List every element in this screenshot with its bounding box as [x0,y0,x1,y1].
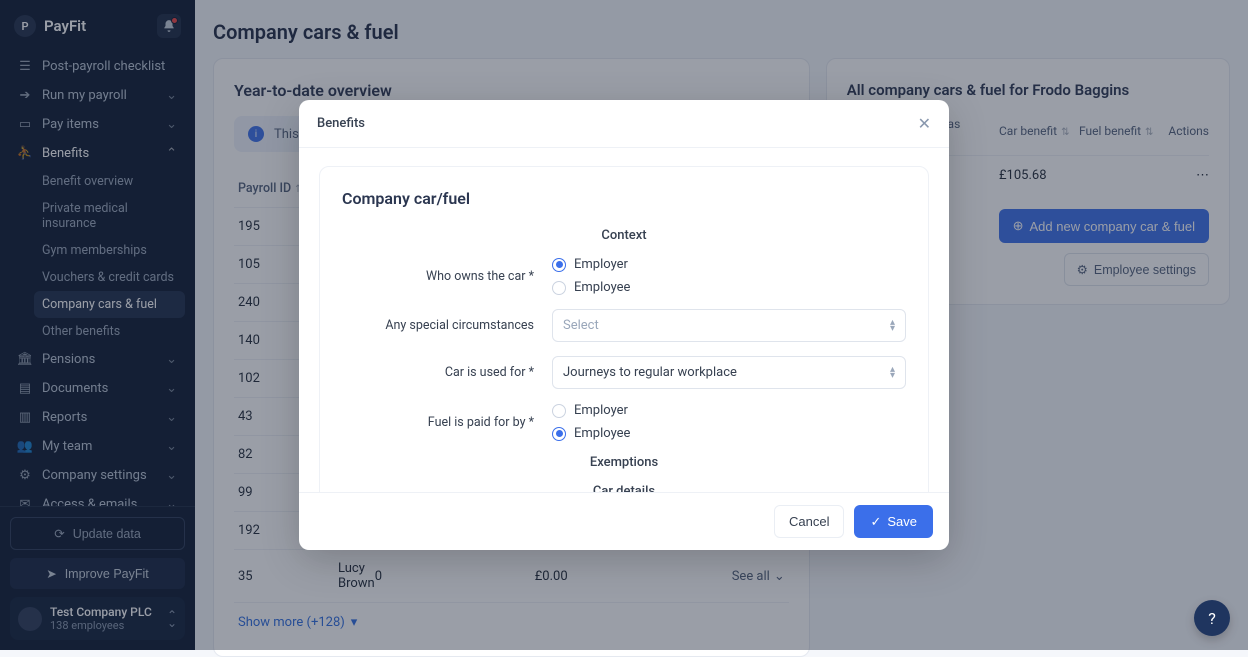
button-label: Cancel [789,514,829,529]
radio-icon [552,404,566,418]
close-icon[interactable]: ✕ [918,114,931,133]
modal-title: Benefits [317,116,365,131]
question-icon: ? [1208,609,1216,628]
label-owner: Who owns the car * [342,269,552,284]
owner-radio-group: Employer Employee [552,257,906,295]
benefits-modal: Benefits ✕ Company car/fuel Context Who … [299,100,949,550]
button-label: Save [887,514,917,529]
fuel-radio-group: Employer Employee [552,403,906,441]
updown-icon: ▴▾ [890,320,895,332]
select-placeholder: Select [563,318,599,333]
row-fuel: Fuel is paid for by * Employer Employee [342,403,906,441]
row-owner: Who owns the car * Employer Employee [342,257,906,295]
radio-fuel-employer[interactable]: Employer [552,403,906,418]
updown-icon: ▴▾ [890,367,895,379]
section-exemptions: Exemptions [342,455,906,470]
special-select[interactable]: Select ▴▾ [552,309,906,342]
cancel-button[interactable]: Cancel [774,505,844,538]
card-title: Company car/fuel [342,189,906,208]
save-button[interactable]: ✓ Save [854,505,933,538]
label-fuel: Fuel is paid for by * [342,415,552,430]
label-used-for: Car is used for * [342,365,552,380]
radio-employer[interactable]: Employer [552,257,906,272]
modal-footer: Cancel ✓ Save [299,492,949,550]
modal-header: Benefits ✕ [299,100,949,148]
radio-icon [552,427,566,441]
used-for-select[interactable]: Journeys to regular workplace ▴▾ [552,356,906,389]
radio-label: Employee [574,426,630,441]
radio-label: Employer [574,257,628,272]
section-context: Context [342,228,906,243]
help-fab[interactable]: ? [1194,600,1230,636]
modal-overlay: Benefits ✕ Company car/fuel Context Who … [0,0,1248,650]
modal-card: Company car/fuel Context Who owns the ca… [319,166,929,492]
section-car-details: Car details [342,484,906,492]
label-special: Any special circumstances [342,318,552,333]
radio-icon [552,281,566,295]
radio-icon [552,258,566,272]
radio-fuel-employee[interactable]: Employee [552,426,906,441]
radio-employee[interactable]: Employee [552,280,906,295]
row-used-for: Car is used for * Journeys to regular wo… [342,356,906,389]
modal-body: Company car/fuel Context Who owns the ca… [299,148,949,492]
check-icon: ✓ [870,514,881,530]
radio-label: Employer [574,403,628,418]
select-value: Journeys to regular workplace [563,365,737,380]
radio-label: Employee [574,280,630,295]
row-special: Any special circumstances Select ▴▾ [342,309,906,342]
